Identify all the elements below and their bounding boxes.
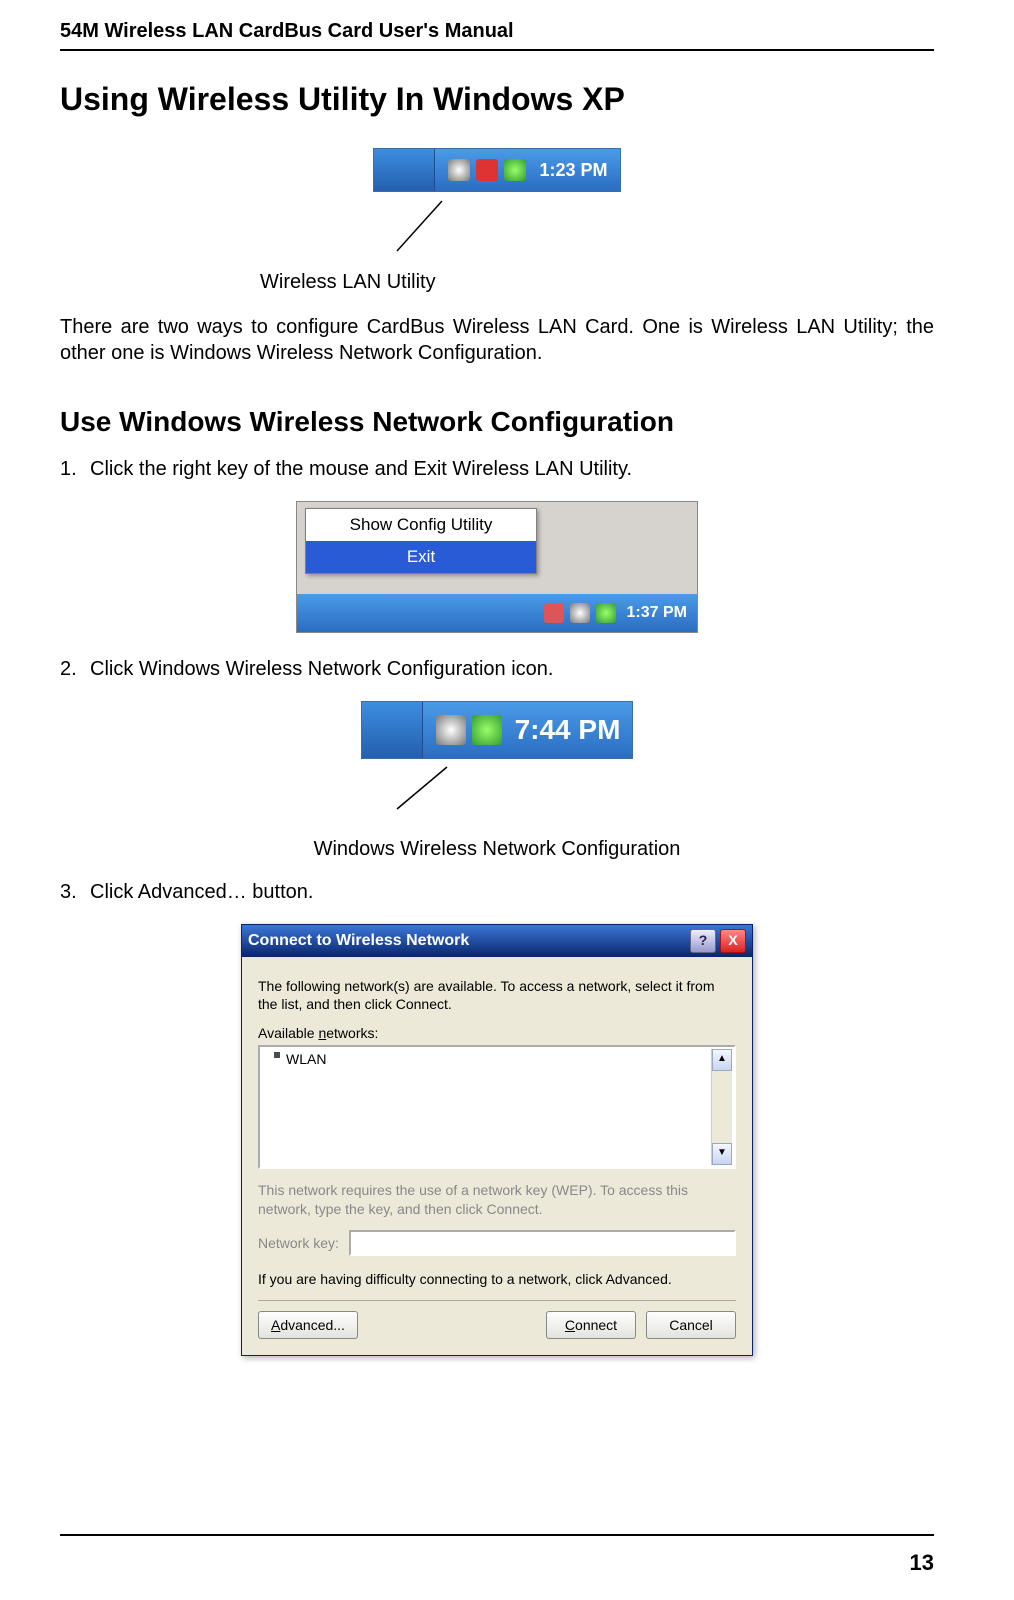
scroll-up-button[interactable]: ▲ bbox=[712, 1049, 732, 1071]
callout-line-1 bbox=[347, 196, 647, 256]
footer-rule bbox=[60, 1534, 934, 1536]
systray-screenshot-2: 7:44 PM bbox=[361, 701, 634, 759]
tray-net-icon bbox=[570, 603, 590, 623]
network-item-wlan[interactable]: WLAN bbox=[260, 1047, 734, 1071]
context-menu-screenshot: Show Config Utility Exit 1:37 PM bbox=[296, 501, 698, 633]
advanced-button[interactable]: Advanced... bbox=[258, 1311, 358, 1339]
tray-time: 1:37 PM bbox=[627, 604, 687, 622]
callout-line-2 bbox=[327, 763, 667, 823]
tray-msn-icon bbox=[596, 603, 616, 623]
menu-item-show-config[interactable]: Show Config Utility bbox=[306, 509, 536, 541]
step-3: 3. Click Advanced… button. bbox=[60, 881, 934, 904]
network-key-label: Network key: bbox=[258, 1235, 339, 1251]
available-networks-list[interactable]: WLAN ▲ ▼ bbox=[258, 1045, 736, 1169]
page-number: 13 bbox=[910, 1550, 934, 1576]
running-header: 54M Wireless LAN CardBus Card User's Man… bbox=[60, 20, 934, 43]
list-scrollbar[interactable]: ▲ ▼ bbox=[711, 1049, 732, 1165]
dialog-separator bbox=[258, 1300, 736, 1301]
dialog-intro-text: The following network(s) are available. … bbox=[258, 977, 736, 1013]
network-icon bbox=[448, 159, 470, 181]
intro-paragraph: There are two ways to configure CardBus … bbox=[60, 314, 934, 366]
close-button[interactable]: X bbox=[720, 929, 746, 953]
menu-item-exit[interactable]: Exit bbox=[306, 541, 536, 573]
clock-time: 1:23 PM bbox=[539, 160, 607, 181]
heading-using-wireless-utility: Using Wireless Utility In Windows XP bbox=[60, 81, 934, 118]
wep-note: This network requires the use of a netwo… bbox=[258, 1181, 736, 1217]
scroll-down-button[interactable]: ▼ bbox=[712, 1143, 732, 1165]
wlan-utility-icon bbox=[476, 159, 498, 181]
network-key-input[interactable] bbox=[349, 1230, 736, 1256]
caption-wlan-utility: Wireless LAN Utility bbox=[260, 271, 934, 294]
dialog-title: Connect to Wireless Network bbox=[248, 932, 469, 950]
systray-screenshot-1: 1:23 PM bbox=[373, 148, 620, 192]
clock-time-2: 7:44 PM bbox=[515, 714, 621, 746]
windows-wireless-icon bbox=[436, 715, 466, 745]
header-rule bbox=[60, 49, 934, 51]
connect-dialog: Connect to Wireless Network ? X The foll… bbox=[241, 924, 753, 1356]
cancel-button[interactable]: Cancel bbox=[646, 1311, 736, 1339]
messenger-icon-2 bbox=[472, 715, 502, 745]
step-2: 2. Click Windows Wireless Network Config… bbox=[60, 658, 934, 681]
step-1: 1. Click the right key of the mouse and … bbox=[60, 458, 934, 481]
connect-button[interactable]: Connect bbox=[546, 1311, 636, 1339]
caption-windows-wireless: Windows Wireless Network Configuration bbox=[60, 838, 934, 861]
heading-use-windows-config: Use Windows Wireless Network Configurati… bbox=[60, 406, 934, 438]
antenna-icon bbox=[268, 1052, 280, 1064]
help-button[interactable]: ? bbox=[690, 929, 716, 953]
advanced-advice: If you are having difficulty connecting … bbox=[258, 1270, 736, 1288]
messenger-icon bbox=[504, 159, 526, 181]
available-networks-label: Available networks: bbox=[258, 1025, 736, 1041]
tray-wlan-icon bbox=[544, 603, 564, 623]
